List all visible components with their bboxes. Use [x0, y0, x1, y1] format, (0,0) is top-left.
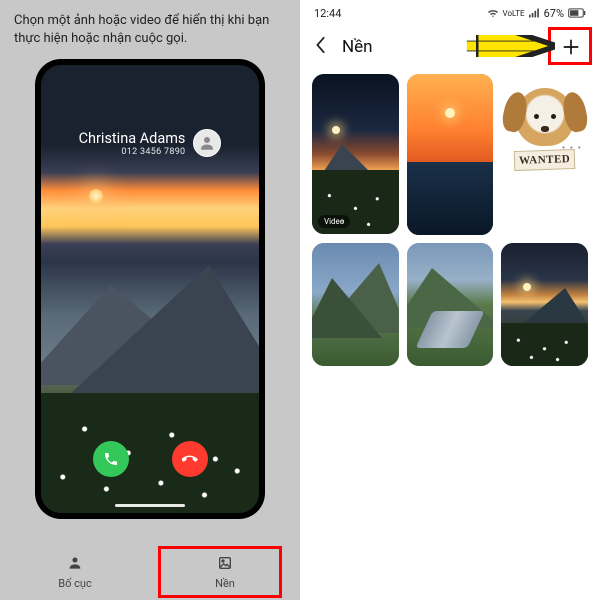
background-thumb-2[interactable] — [407, 74, 494, 235]
caller-info: Christina Adams 012 3456 7890 — [41, 129, 259, 157]
decline-call-button[interactable] — [172, 441, 208, 477]
caller-avatar — [193, 129, 221, 157]
tab-background[interactable]: Nền — [150, 544, 300, 600]
status-network: VoLTE — [503, 9, 525, 18]
background-grid: Video WANTED • • • — [300, 74, 600, 366]
plus-icon — [561, 37, 581, 57]
picker-title: Nền — [342, 37, 544, 57]
wifi-icon — [487, 8, 499, 18]
caller-number: 012 3456 7890 — [79, 147, 186, 157]
signal-icon — [529, 8, 540, 18]
background-thumb-5[interactable] — [407, 243, 494, 367]
tab-background-label: Nền — [215, 577, 235, 590]
background-thumb-6[interactable] — [501, 243, 588, 367]
status-bar: 12:44 VoLTE 67% — [300, 0, 600, 22]
status-battery: 67% — [544, 7, 564, 20]
phone-preview-frame: Christina Adams 012 3456 7890 — [35, 59, 265, 519]
tab-layout-label: Bố cục — [58, 577, 91, 590]
background-thumb-video[interactable]: Video — [312, 74, 399, 234]
caller-name: Christina Adams — [79, 130, 186, 147]
pager-dots-icon: • • • — [562, 143, 582, 154]
bottom-tab-bar: Bố cục Nền — [0, 544, 300, 600]
status-time: 12:44 — [314, 7, 341, 20]
answer-call-button[interactable] — [93, 441, 129, 477]
picker-header: Nền — [300, 22, 600, 74]
image-icon — [217, 555, 233, 575]
background-thumb-dog[interactable]: WANTED • • • — [501, 74, 588, 234]
home-indicator — [115, 504, 185, 507]
call-background-settings-panel: Chọn một ảnh hoặc video để hiển thị khi … — [0, 0, 300, 600]
video-badge: Video — [318, 215, 350, 228]
add-background-button[interactable] — [556, 32, 586, 62]
back-button[interactable] — [314, 35, 328, 59]
tab-layout[interactable]: Bố cục — [0, 544, 150, 600]
background-picker-screen: 12:44 VoLTE 67% Nền Video — [300, 0, 600, 600]
background-thumb-4[interactable] — [312, 243, 399, 367]
person-icon — [67, 555, 83, 575]
battery-icon — [568, 8, 586, 18]
instruction-text: Chọn một ảnh hoặc video để hiển thị khi … — [0, 0, 300, 55]
phone-preview-screen: Christina Adams 012 3456 7890 — [41, 65, 259, 513]
